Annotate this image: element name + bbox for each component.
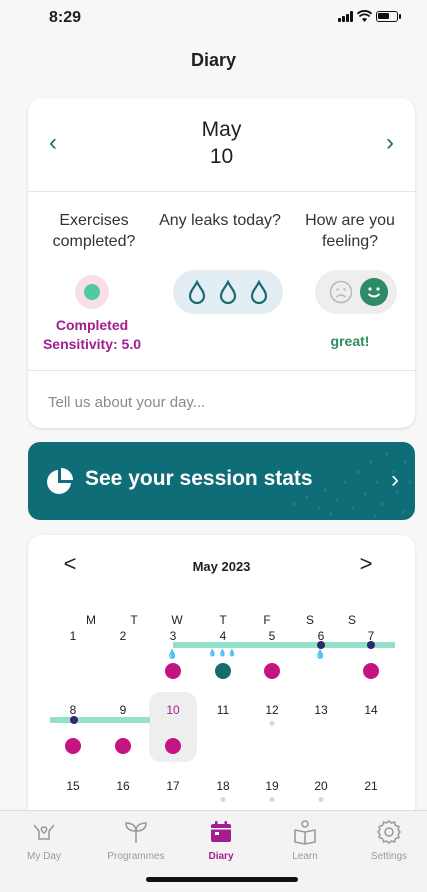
happy-mood-icon	[165, 663, 181, 679]
weekday-label: T	[130, 613, 138, 627]
calendar-day[interactable]: 21	[359, 779, 383, 793]
pie-chart-icon	[47, 468, 73, 494]
calendar-day[interactable]: 17	[161, 779, 185, 793]
happy-mood-icon	[363, 663, 379, 679]
next-month-button[interactable]: >	[354, 551, 378, 577]
calendar-day[interactable]: 18	[211, 779, 235, 793]
happy-mood-icon	[264, 663, 280, 679]
sprout-icon	[125, 822, 147, 843]
calendar-day[interactable]: 2	[111, 629, 135, 643]
session-stats-button[interactable]: See your session stats ›	[28, 442, 415, 520]
happy-face-icon[interactable]	[360, 278, 388, 306]
entry-dot	[269, 797, 275, 802]
calendar-day-selected[interactable]: 10	[161, 703, 185, 717]
leaks-question: Any leaks today?	[159, 212, 281, 229]
tab-settings[interactable]: Settings	[349, 819, 427, 862]
chevron-right-icon: ›	[391, 466, 399, 493]
date-day: 10	[209, 145, 234, 168]
droplet-icon[interactable]	[248, 280, 270, 304]
weekday-label: F	[263, 613, 271, 627]
calendar-day[interactable]: 16	[111, 779, 135, 793]
leaks-selector[interactable]	[173, 270, 283, 314]
exercise-status: Completed Sensitivity: 5.0	[28, 316, 156, 354]
tab-label: Diary	[208, 851, 234, 862]
weekday-label: S	[305, 613, 314, 627]
page-title: Diary	[190, 50, 237, 70]
sad-face-icon[interactable]	[329, 280, 353, 304]
exercises-question: Exercises completed?	[52, 212, 136, 250]
book-icon	[294, 820, 316, 845]
tab-my-day[interactable]: My Day	[4, 819, 84, 862]
happy-mood-icon	[115, 738, 131, 754]
session-stats-label: See your session stats	[85, 467, 313, 490]
entry-dot	[220, 797, 226, 802]
feeling-selector	[315, 270, 397, 314]
wifi-icon	[357, 10, 372, 22]
entry-dot	[318, 797, 324, 802]
hands-icon	[33, 824, 55, 840]
exercise-sensitivity: Sensitivity: 5.0	[42, 336, 142, 352]
calendar-card: < May 2023 > M T W T F S S 1 2 3 4 5 6 7…	[28, 535, 415, 835]
calendar-day[interactable]: 9	[111, 703, 135, 717]
feeling-question: How are you feeling?	[305, 212, 395, 250]
entry-dot	[269, 721, 275, 726]
calendar-day[interactable]: 13	[309, 703, 333, 717]
status-bar: 8:29	[0, 0, 427, 34]
exercise-completed-indicator[interactable]	[75, 275, 109, 309]
calendar-day[interactable]: 1	[61, 629, 85, 643]
tab-diary[interactable]: Diary	[181, 819, 261, 862]
streak-band	[50, 717, 150, 723]
calendar-day[interactable]: 14	[359, 703, 383, 717]
tab-programmes[interactable]: Programmes	[96, 819, 176, 862]
leak-droplet-icon: 💧	[166, 649, 180, 659]
tab-label: Settings	[370, 851, 408, 862]
status-time: 8:29	[49, 9, 82, 26]
day-note-input[interactable]	[48, 394, 388, 411]
feeling-value: great!	[330, 333, 370, 349]
next-day-button[interactable]: ›	[375, 128, 405, 158]
tab-label: My Day	[27, 851, 61, 862]
exercise-status-completed: Completed	[55, 317, 129, 333]
home-indicator	[146, 877, 298, 882]
divider	[28, 370, 415, 371]
date-selector: ‹ May 10 ›	[28, 98, 415, 192]
session-dot	[70, 716, 78, 724]
weekday-label: W	[171, 613, 183, 627]
sad-mood-icon	[215, 663, 231, 679]
calendar-day[interactable]: 4	[211, 629, 235, 643]
leak-droplet-icon: 💧	[314, 649, 328, 659]
calendar-day[interactable]: 19	[260, 779, 284, 793]
calendar-icon	[211, 821, 231, 842]
droplet-icon[interactable]	[217, 280, 239, 304]
calendar-day[interactable]: 20	[309, 779, 333, 793]
weekday-label: M	[86, 613, 96, 627]
gear-icon	[377, 820, 401, 844]
calendar-day[interactable]: 12	[260, 703, 284, 717]
happy-mood-icon	[165, 738, 181, 754]
weekday-label: S	[347, 613, 356, 627]
calendar-day[interactable]: 11	[211, 703, 235, 717]
leak-droplet-icon: 💧💧💧	[208, 650, 238, 657]
calendar-day[interactable]: 15	[61, 779, 85, 793]
tab-label: Learn	[292, 851, 318, 862]
droplet-icon[interactable]	[186, 280, 208, 304]
calendar-day[interactable]: 8	[61, 703, 85, 717]
signal-icon	[338, 11, 353, 22]
tab-learn[interactable]: Learn	[265, 819, 345, 862]
calendar-day[interactable]: 3	[161, 629, 185, 643]
calendar-day[interactable]: 6	[309, 629, 333, 643]
tab-label: Programmes	[107, 851, 165, 862]
status-icons	[338, 10, 401, 22]
date-month: May	[201, 118, 242, 141]
diary-card: ‹ May 10 › Exercises completed? Any leak…	[28, 98, 415, 428]
calendar-day[interactable]: 7	[359, 629, 383, 643]
battery-icon	[376, 11, 401, 22]
weekday-label: T	[219, 613, 227, 627]
happy-mood-icon	[65, 738, 81, 754]
calendar-day[interactable]: 5	[260, 629, 284, 643]
